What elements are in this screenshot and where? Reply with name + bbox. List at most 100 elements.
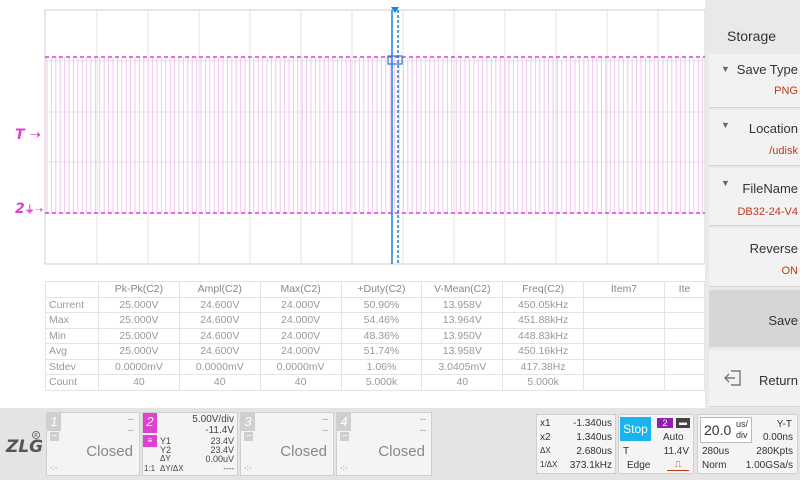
timebase-box[interactable]: 20.0 us/ div Y-T 0.00ns 280us 280Kpts No… — [697, 414, 798, 474]
trigger-level-marker[interactable]: T ➝ — [15, 127, 41, 143]
channel-2-number: 2 — [143, 413, 157, 433]
table-cell: 13.958V — [421, 296, 504, 313]
trigger-coupling-icon: ▬ — [676, 418, 690, 428]
sample-rate: 1.00GSa/s — [745, 460, 793, 471]
table-cell — [664, 327, 705, 344]
ch4-status: Closed — [378, 443, 425, 460]
timebase-unit-bottom: div — [736, 430, 748, 440]
table-header[interactable]: V-Mean(C2) — [421, 281, 504, 298]
table-header[interactable]: Freq(C2) — [502, 281, 585, 298]
return-icon — [724, 370, 741, 386]
timebase-value-box[interactable]: 20.0 us/ div — [700, 417, 752, 443]
table-cell: 48.36% — [340, 327, 423, 344]
table-cell — [664, 358, 705, 375]
ch1-scale: -- — [128, 414, 134, 424]
ch3-minus-icon: − — [244, 431, 253, 442]
table-cell: 40 — [259, 374, 342, 391]
table-row: Avg 25.000V 24.600V 24.000V 51.74% 13.958V 450… — [45, 343, 705, 360]
table-header-row: Pk-Pk(C2) Ampl(C2) Max(C2) +Duty(C2) V-M… — [45, 281, 705, 298]
waveform-display[interactable] — [0, 0, 705, 270]
record-points: 280Kpts — [756, 446, 793, 457]
table-header[interactable]: Pk-Pk(C2) — [98, 281, 180, 298]
table-cell — [583, 312, 665, 329]
ch2-probe-ratio: 1:1 — [144, 464, 156, 473]
rising-edge-icon: ⎍ — [667, 459, 689, 471]
ch2-dy-label: ΔY — [160, 454, 171, 463]
table-cell: 24.600V — [178, 327, 261, 344]
table-cell: 54.46% — [340, 312, 423, 329]
table-cell: 450.16kHz — [502, 343, 585, 360]
table-cell — [583, 327, 665, 344]
ch3-scale: -- — [322, 414, 328, 424]
filename-button[interactable]: ▼ FileName DB32-24-V4 — [709, 168, 800, 226]
table-cell: 0.0000mV — [178, 358, 261, 375]
acquire-mode: Norm — [702, 460, 727, 471]
ch2-scale: 5.00V/div — [192, 414, 234, 425]
channel-3-box[interactable]: 3 -- -- − Closed -:- — [240, 412, 334, 476]
table-cell: 40 — [178, 374, 261, 391]
trigger-type: Edge — [627, 460, 651, 471]
reverse-button[interactable]: Reverse ON — [709, 228, 800, 287]
ground-icon: ⏚➝ — [24, 205, 44, 216]
channel-2-box[interactable]: 2 5.00V/div -11.4V ≡ Y1 23.4V Y2 23.4V Δ… — [142, 412, 238, 476]
table-cell: 5.000k — [340, 374, 423, 391]
ch4-scale: -- — [420, 414, 426, 424]
table-cell — [664, 374, 705, 391]
table-header[interactable]: Max(C2) — [259, 281, 342, 298]
save-type-button[interactable]: ▼ Save Type PNG — [709, 54, 800, 108]
svg-text:R: R — [34, 433, 38, 439]
reverse-value: ON — [781, 265, 799, 277]
channel-4-box[interactable]: 4 -- -- − Closed -:- — [336, 412, 432, 476]
arrow-right-icon: ➝ — [24, 127, 42, 143]
table-cell: 24.000V — [259, 343, 342, 360]
cursor-x1-label: x1 — [540, 418, 551, 429]
cursor-x1-value: -1.340us — [573, 418, 612, 429]
cursor-readout[interactable]: x1 -1.340us x2 1.340us ΔX 2.680us 1/ΔX 3… — [536, 414, 616, 474]
table-cell: 0.0000mV — [259, 358, 342, 375]
row-label: Count — [45, 374, 99, 391]
table-cell — [664, 312, 705, 329]
table-cell: 1.06% — [340, 358, 423, 375]
table-cell: 25.000V — [98, 343, 180, 360]
ch2-dydx-label: ΔY/ΔX — [160, 464, 184, 473]
ch3-status: Closed — [280, 443, 327, 460]
return-button[interactable]: Return — [709, 350, 800, 407]
table-cell: 3.0405mV — [421, 358, 504, 375]
table-row: Stdev 0.0000mV 0.0000mV 0.0000mV 1.06% 3.0405… — [45, 358, 705, 375]
ch2-dy-value: 0.00uV — [205, 454, 234, 464]
table-cell: 24.000V — [259, 312, 342, 329]
ch2-ground-marker[interactable]: 2⏚➝ — [15, 201, 43, 217]
cursor-x2-label: x2 — [540, 432, 551, 443]
table-cell: 0.0000mV — [98, 358, 180, 375]
table-cell: 417.38Hz — [502, 358, 585, 375]
save-button[interactable]: Save — [709, 290, 800, 347]
trigger-marker-label: T — [15, 127, 25, 143]
table-cell: 51.74% — [340, 343, 423, 360]
row-label: Current — [45, 296, 99, 313]
channel-3-number: 3 — [241, 413, 255, 431]
table-cell: 50.90% — [340, 296, 423, 313]
table-cell — [664, 343, 705, 360]
table-header[interactable]: Ampl(C2) — [178, 281, 261, 298]
trigger-box[interactable]: Stop 2 ▬ Auto T 11.4V Edge ⎍ — [618, 414, 694, 474]
trigger-source-badge: 2 — [657, 418, 673, 428]
timebase-mode: Y-T — [776, 419, 792, 430]
run-stop-badge[interactable]: Stop — [620, 417, 651, 441]
table-header[interactable]: +Duty(C2) — [340, 281, 423, 298]
zlg-logo: ZLG R — [4, 430, 43, 458]
table-cell — [583, 358, 665, 375]
cursor-inv-value: 373.1kHz — [569, 460, 612, 471]
table-cell: 24.600V — [178, 296, 261, 313]
table-header[interactable]: Item7 — [583, 281, 665, 298]
table-cell: 13.950V — [421, 327, 504, 344]
table-cell — [583, 343, 665, 360]
filename-value: DB32-24-V4 — [737, 206, 798, 218]
table-row: Current 25.000V 24.600V 24.000V 50.90% 13.958… — [45, 296, 705, 313]
channel-1-box[interactable]: 1 -- -- − Closed -:- — [46, 412, 140, 476]
table-header[interactable]: Ite — [664, 281, 705, 298]
location-label: Location — [748, 121, 798, 136]
measurement-table: Pk-Pk(C2) Ampl(C2) Max(C2) +Duty(C2) V-M… — [45, 281, 705, 391]
save-type-label: Save Type — [736, 62, 798, 77]
row-label: Avg — [45, 343, 99, 360]
location-button[interactable]: ▼ Location /udisk — [709, 110, 800, 166]
